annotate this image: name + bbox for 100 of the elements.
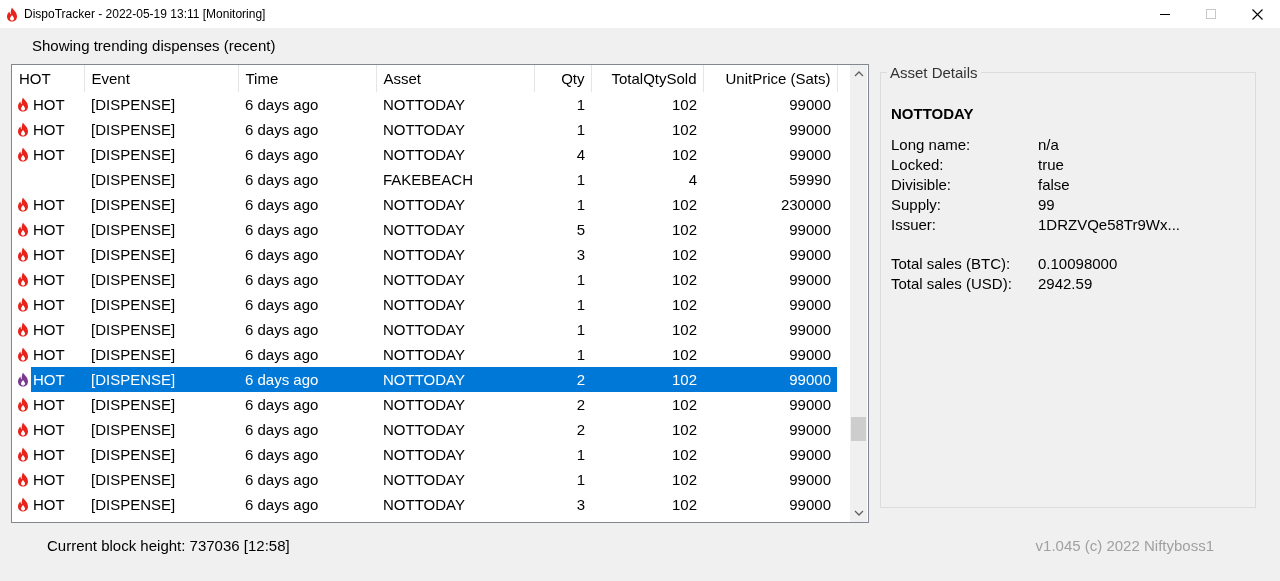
table-row[interactable]: HOT [DISPENSE] 6 days ago NOTTODAY 2 102 99000	[12, 392, 837, 417]
table-cell-text: HOT	[32, 420, 66, 440]
field-label: Total sales (USD):	[891, 275, 1013, 292]
table-cell: 1	[576, 321, 585, 338]
table-cell: 102	[671, 121, 697, 138]
table-cell: 2	[576, 396, 585, 413]
table-row[interactable]: HOT [DISPENSE] 6 days ago NOTTODAY 1 102 99000	[12, 467, 837, 492]
table-cell: 59990	[789, 171, 831, 188]
table-cell: FAKEBEACH	[383, 171, 474, 188]
table-cell: 4	[688, 171, 697, 188]
field-value: false	[1038, 176, 1071, 193]
scroll-thumb[interactable]	[851, 417, 866, 441]
table-cell: NOTTODAY	[383, 146, 465, 163]
field-value: true	[1038, 156, 1065, 173]
table-cell: NOTTODAY	[383, 346, 465, 363]
table-cell: 99000	[789, 146, 831, 163]
field-label: Total sales (BTC):	[891, 255, 1012, 272]
table-cell-text: HOT	[32, 245, 66, 265]
table-cell: 1	[576, 471, 585, 488]
table-cell: 230000	[780, 196, 831, 213]
table-cell: 99000	[789, 446, 831, 463]
column-header[interactable]: UnitPrice (Sats)	[703, 65, 837, 92]
table-row[interactable]: HOT [DISPENSE] 6 days ago NOTTODAY 2 102 99000	[12, 367, 837, 392]
table-row[interactable]: HOT [DISPENSE] 6 days ago NOTTODAY 1 102 99000	[12, 317, 837, 342]
table-row[interactable]: HOT [DISPENSE] 6 days ago NOTTODAY 4 102 99000	[12, 142, 837, 167]
table-cell: [DISPENSE]	[91, 96, 176, 113]
table-cell: 3	[576, 496, 585, 513]
flame-icon	[6, 6, 18, 22]
table-cell: 1	[576, 121, 585, 138]
maximize-icon	[1206, 9, 1216, 19]
column-header[interactable]: Qty	[534, 65, 591, 92]
table-cell: 3	[576, 246, 585, 263]
table-cell: [DISPENSE]	[91, 446, 176, 463]
table-cell-text: HOT	[32, 220, 66, 240]
asset-name: NOTTODAY	[891, 105, 975, 122]
field-label: Issuer:	[891, 216, 937, 233]
table-row[interactable]: HOT [DISPENSE] 6 days ago NOTTODAY 1 102 99000	[12, 342, 837, 367]
table-cell: 6 days ago	[245, 421, 319, 438]
scrollbar[interactable]	[850, 65, 867, 522]
table-cell: 99000	[789, 321, 831, 338]
column-header[interactable]: Time	[238, 65, 376, 92]
table-cell: NOTTODAY	[383, 296, 465, 313]
table-row[interactable]: HOT [DISPENSE] 6 days ago NOTTODAY 5 102 99000	[12, 217, 837, 242]
table-cell: 1	[576, 271, 585, 288]
column-header[interactable]: TotalQtySold	[591, 65, 703, 92]
window-title: DispoTracker - 2022-05-19 13:11 [Monitoring]	[24, 7, 266, 21]
table-cell: 6 days ago	[245, 196, 319, 213]
column-header[interactable]: Asset	[376, 65, 534, 92]
table-row[interactable]: HOT [DISPENSE] 6 days ago NOTTODAY 3 102 99000	[12, 492, 837, 517]
table-cell: 1	[576, 171, 585, 188]
table-cell: [DISPENSE]	[91, 271, 176, 288]
table-cell: 102	[671, 96, 697, 113]
table-cell-text: HOT	[32, 95, 66, 115]
table-cell: 102	[671, 371, 697, 388]
table-cell-text: HOT	[32, 470, 66, 490]
table-cell-text: HOT	[32, 345, 66, 365]
scroll-up-icon[interactable]	[853, 71, 864, 77]
field-label: Supply:	[891, 196, 943, 213]
field-label: Divisible:	[891, 176, 952, 193]
column-header[interactable]: HOT	[12, 65, 84, 92]
column-header[interactable]: Event	[84, 65, 238, 92]
table-cell: 99000	[789, 121, 831, 138]
scroll-down-icon[interactable]	[853, 510, 864, 516]
table-cell: 102	[671, 396, 697, 413]
table-cell: 99000	[789, 296, 831, 313]
table-cell: NOTTODAY	[383, 471, 465, 488]
table-cell: [DISPENSE]	[91, 171, 176, 188]
table-cell: [DISPENSE]	[91, 346, 176, 363]
table-cell: [DISPENSE]	[91, 146, 176, 163]
table-cell: NOTTODAY	[383, 121, 465, 138]
table-cell: [DISPENSE]	[91, 421, 176, 438]
table-row[interactable]: HOT [DISPENSE] 6 days ago NOTTODAY 1 102 99000	[12, 267, 837, 292]
table-cell: 6 days ago	[245, 246, 319, 263]
table-cell: NOTTODAY	[383, 96, 465, 113]
field-value: 0.10098000	[1038, 255, 1119, 272]
table-row[interactable]: [DISPENSE] 6 days ago FAKEBEACH 1 4 59990	[12, 167, 837, 192]
table-cell: 102	[671, 471, 697, 488]
table-row[interactable]: HOT [DISPENSE] 6 days ago NOTTODAY 3 102 99000	[12, 242, 837, 267]
table-cell: 102	[671, 496, 697, 513]
table-cell: 99000	[789, 421, 831, 438]
table-cell: 102	[671, 221, 697, 238]
field-value: 99	[1038, 196, 1056, 213]
table-cell: NOTTODAY	[383, 371, 465, 388]
heading-label: Showing trending dispenses (recent)	[31, 36, 277, 56]
field-value: 1DRZVQe58Tr9Wx...	[1038, 216, 1181, 233]
table-cell: NOTTODAY	[383, 246, 465, 263]
table-cell: [DISPENSE]	[91, 371, 176, 388]
table-cell-text: HOT	[32, 145, 66, 165]
table-row[interactable]: HOT [DISPENSE] 6 days ago NOTTODAY 1 102 99000	[12, 92, 837, 117]
table-cell: [DISPENSE]	[91, 296, 176, 313]
table-row[interactable]: HOT [DISPENSE] 6 days ago NOTTODAY 1 102 99000	[12, 292, 837, 317]
table-row[interactable]: HOT [DISPENSE] 6 days ago NOTTODAY 2 102 99000	[12, 417, 837, 442]
table-cell: 102	[671, 196, 697, 213]
table-row[interactable]: HOT [DISPENSE] 6 days ago NOTTODAY 1 102 99000	[12, 442, 837, 467]
table-row[interactable]: HOT [DISPENSE] 6 days ago NOTTODAY 1 102 99000	[12, 117, 837, 142]
table-cell: 6 days ago	[245, 396, 319, 413]
table-cell: 99000	[789, 371, 831, 388]
table-cell-text: HOT	[32, 395, 66, 415]
table-row[interactable]: HOT [DISPENSE] 6 days ago NOTTODAY 1 102 230000	[12, 192, 837, 217]
table-cell-text: HOT	[32, 445, 66, 465]
